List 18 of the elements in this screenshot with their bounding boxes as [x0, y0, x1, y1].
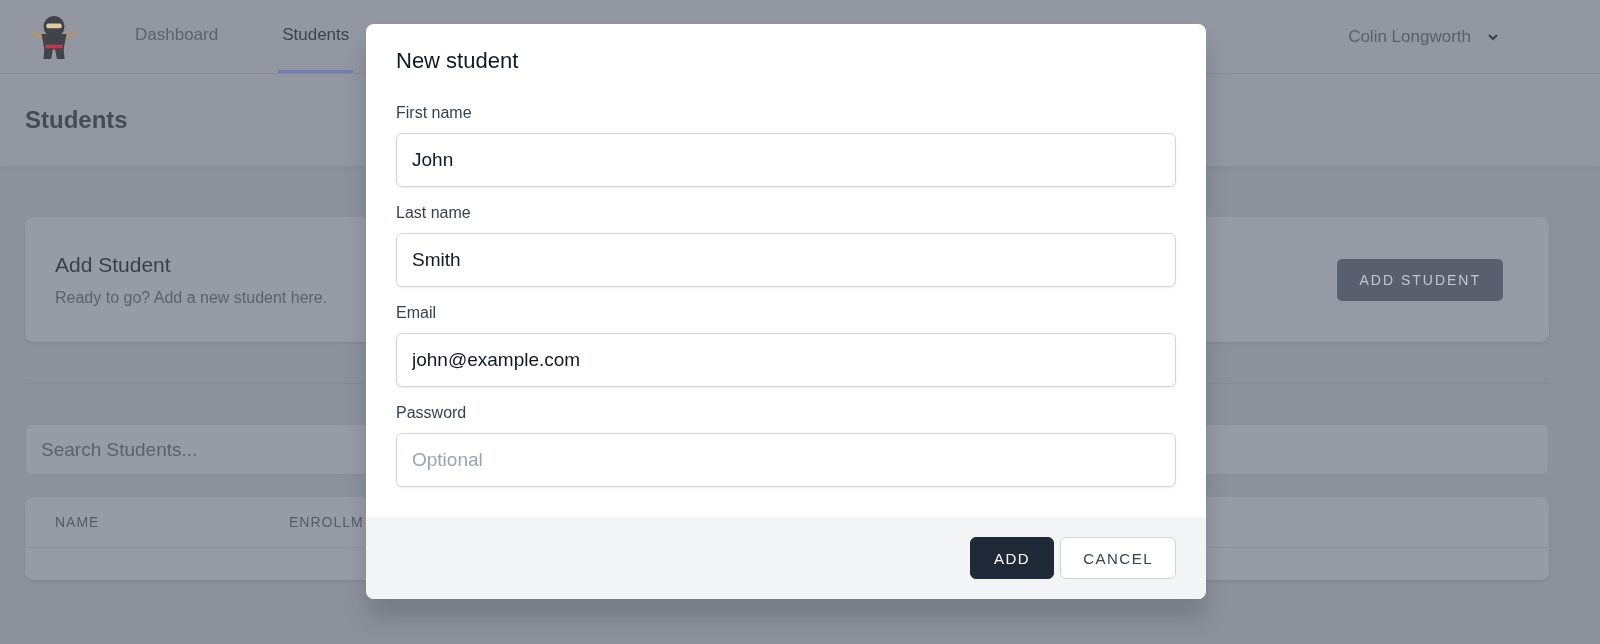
column-header: ENROLLM — [289, 514, 364, 530]
field-label: Password — [396, 404, 468, 422]
card-title: Add Student — [55, 252, 172, 277]
column-header: NAME — [55, 514, 101, 530]
cancel-button[interactable]: CANCEL — [1060, 537, 1176, 579]
page-title: Students — [25, 106, 128, 134]
input-field[interactable]: John — [396, 133, 1176, 187]
input-field[interactable]: Optional — [396, 433, 1176, 487]
field-label: First name — [396, 104, 473, 122]
input-field[interactable]: Smith — [396, 233, 1176, 287]
add-student-button[interactable]: ADD STUDENT — [1337, 258, 1503, 301]
field-label: Email — [396, 304, 437, 322]
input-field[interactable]: john@example.com — [396, 333, 1176, 387]
chevron-down-icon — [1487, 32, 1499, 41]
card-description: Ready to go? Add a new student here. — [55, 288, 328, 307]
field-label: Last name — [396, 204, 472, 222]
dialog-title: New student — [396, 48, 520, 74]
add-button[interactable]: ADD — [969, 537, 1055, 579]
